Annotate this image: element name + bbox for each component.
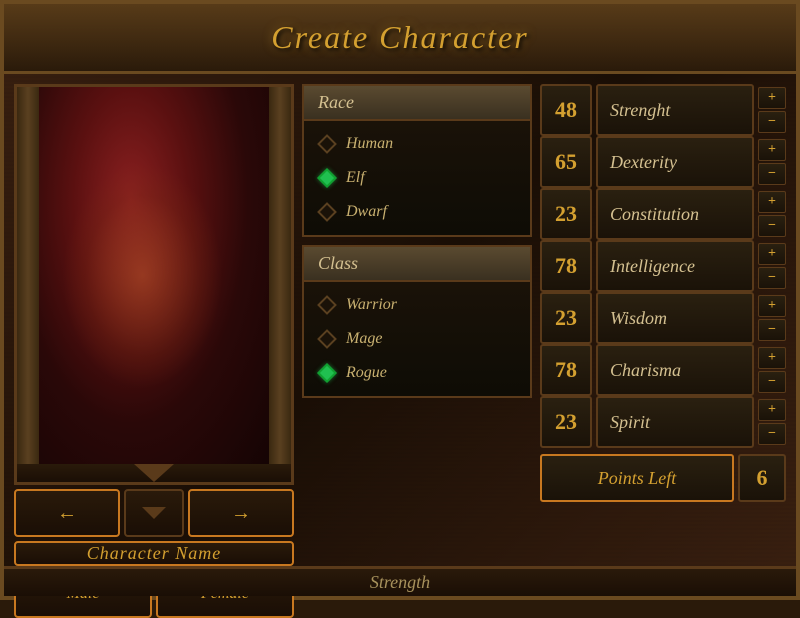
main-content: ← → Character Name Male Female bbox=[4, 74, 796, 566]
stat-increase-spirit-button[interactable]: + bbox=[758, 399, 786, 421]
race-label: Race bbox=[318, 92, 354, 112]
stat-value-intelligence: 78 bbox=[540, 240, 592, 292]
stat-decrease-constitution-button[interactable]: − bbox=[758, 215, 786, 237]
arrow-right-icon: → bbox=[231, 502, 251, 525]
bottom-bar: Strength bbox=[4, 566, 796, 596]
stat-decrease-strenght-button[interactable]: − bbox=[758, 111, 786, 133]
stat-name-spirit: Spirit bbox=[596, 396, 754, 448]
class-option-list: Warrior Mage Rogue bbox=[302, 280, 532, 398]
diamond-icon-elf bbox=[317, 168, 337, 188]
arrow-left-icon: ← bbox=[57, 502, 77, 525]
portrait-bottom bbox=[14, 464, 294, 485]
portrait-image bbox=[39, 87, 269, 464]
class-warrior-label: Warrior bbox=[346, 296, 397, 314]
portrait-chevron-icon bbox=[134, 464, 174, 482]
stat-increase-strenght-button[interactable]: + bbox=[758, 87, 786, 109]
diamond-icon-mage bbox=[317, 329, 337, 349]
bottom-text: Strength bbox=[370, 572, 430, 593]
stat-controls-strenght: +− bbox=[758, 87, 786, 133]
race-human-label: Human bbox=[346, 135, 393, 153]
stat-controls-intelligence: +− bbox=[758, 243, 786, 289]
diamond-icon-dwarf bbox=[317, 202, 337, 222]
table-row: 23Spirit+− bbox=[540, 396, 786, 448]
stat-controls-constitution: +− bbox=[758, 191, 786, 237]
table-row: 48Strenght+− bbox=[540, 84, 786, 136]
character-name-button[interactable]: Character Name bbox=[14, 541, 294, 566]
stat-decrease-charisma-button[interactable]: − bbox=[758, 371, 786, 393]
stat-increase-dexterity-button[interactable]: + bbox=[758, 139, 786, 161]
class-mage-label: Mage bbox=[346, 330, 382, 348]
stat-name-intelligence: Intelligence bbox=[596, 240, 754, 292]
stat-name-charisma: Charisma bbox=[596, 344, 754, 396]
class-label: Class bbox=[318, 253, 358, 273]
table-row: 78Intelligence+− bbox=[540, 240, 786, 292]
table-row: 65Dexterity+− bbox=[540, 136, 786, 188]
prev-portrait-button[interactable]: ← bbox=[14, 489, 120, 537]
points-left-label: Points Left bbox=[540, 454, 734, 502]
main-frame: Create Character ← → bbox=[0, 0, 800, 600]
diamond-icon-warrior bbox=[317, 295, 337, 315]
stat-value-dexterity: 65 bbox=[540, 136, 592, 188]
race-elf-label: Elf bbox=[346, 169, 365, 187]
stat-decrease-dexterity-button[interactable]: − bbox=[758, 163, 786, 185]
diamond-icon-human bbox=[317, 134, 337, 154]
diamond-icon-rogue bbox=[317, 363, 337, 383]
stat-value-wisdom: 23 bbox=[540, 292, 592, 344]
stats-container: 48Strenght+−65Dexterity+−23Constitution+… bbox=[540, 84, 786, 448]
race-option-elf[interactable]: Elf bbox=[304, 161, 530, 195]
page-title: Create Character bbox=[271, 19, 528, 56]
stat-name-strenght: Strenght bbox=[596, 84, 754, 136]
stat-increase-constitution-button[interactable]: + bbox=[758, 191, 786, 213]
stat-increase-charisma-button[interactable]: + bbox=[758, 347, 786, 369]
stat-value-strenght: 48 bbox=[540, 84, 592, 136]
character-name-label: Character Name bbox=[87, 543, 222, 564]
stat-name-wisdom: Wisdom bbox=[596, 292, 754, 344]
points-left-value: 6 bbox=[738, 454, 786, 502]
middle-panel: Race Human Elf Dwarf Class bbox=[302, 84, 532, 556]
stat-controls-charisma: +− bbox=[758, 347, 786, 393]
portrait-nav: ← → bbox=[14, 489, 294, 537]
class-option-mage[interactable]: Mage bbox=[304, 322, 530, 356]
title-bar: Create Character bbox=[4, 4, 796, 74]
stats-panel: 48Strenght+−65Dexterity+−23Constitution+… bbox=[540, 84, 786, 556]
table-row: 78Charisma+− bbox=[540, 344, 786, 396]
class-option-warrior[interactable]: Warrior bbox=[304, 288, 530, 322]
stat-decrease-wisdom-button[interactable]: − bbox=[758, 319, 786, 341]
race-section-header: Race bbox=[302, 84, 532, 119]
stat-decrease-intelligence-button[interactable]: − bbox=[758, 267, 786, 289]
chevron-down-icon bbox=[142, 507, 166, 519]
stat-increase-intelligence-button[interactable]: + bbox=[758, 243, 786, 265]
table-row: 23Constitution+− bbox=[540, 188, 786, 240]
stat-decrease-spirit-button[interactable]: − bbox=[758, 423, 786, 445]
portrait-center-button[interactable] bbox=[124, 489, 184, 537]
left-panel: ← → Character Name Male Female bbox=[14, 84, 294, 556]
class-section-header: Class bbox=[302, 245, 532, 280]
stat-name-dexterity: Dexterity bbox=[596, 136, 754, 188]
next-portrait-button[interactable]: → bbox=[188, 489, 294, 537]
race-option-dwarf[interactable]: Dwarf bbox=[304, 195, 530, 229]
stat-name-constitution: Constitution bbox=[596, 188, 754, 240]
stat-value-spirit: 23 bbox=[540, 396, 592, 448]
race-option-human[interactable]: Human bbox=[304, 127, 530, 161]
stat-increase-wisdom-button[interactable]: + bbox=[758, 295, 786, 317]
table-row: 23Wisdom+− bbox=[540, 292, 786, 344]
stat-controls-wisdom: +− bbox=[758, 295, 786, 341]
portrait-frame bbox=[14, 84, 294, 464]
stat-controls-dexterity: +− bbox=[758, 139, 786, 185]
stat-value-constitution: 23 bbox=[540, 188, 592, 240]
class-option-rogue[interactable]: Rogue bbox=[304, 356, 530, 390]
stat-value-charisma: 78 bbox=[540, 344, 592, 396]
class-rogue-label: Rogue bbox=[346, 364, 387, 382]
stat-controls-spirit: +− bbox=[758, 399, 786, 445]
race-option-list: Human Elf Dwarf bbox=[302, 119, 532, 237]
points-left-row: Points Left 6 bbox=[540, 454, 786, 502]
race-dwarf-label: Dwarf bbox=[346, 203, 387, 221]
